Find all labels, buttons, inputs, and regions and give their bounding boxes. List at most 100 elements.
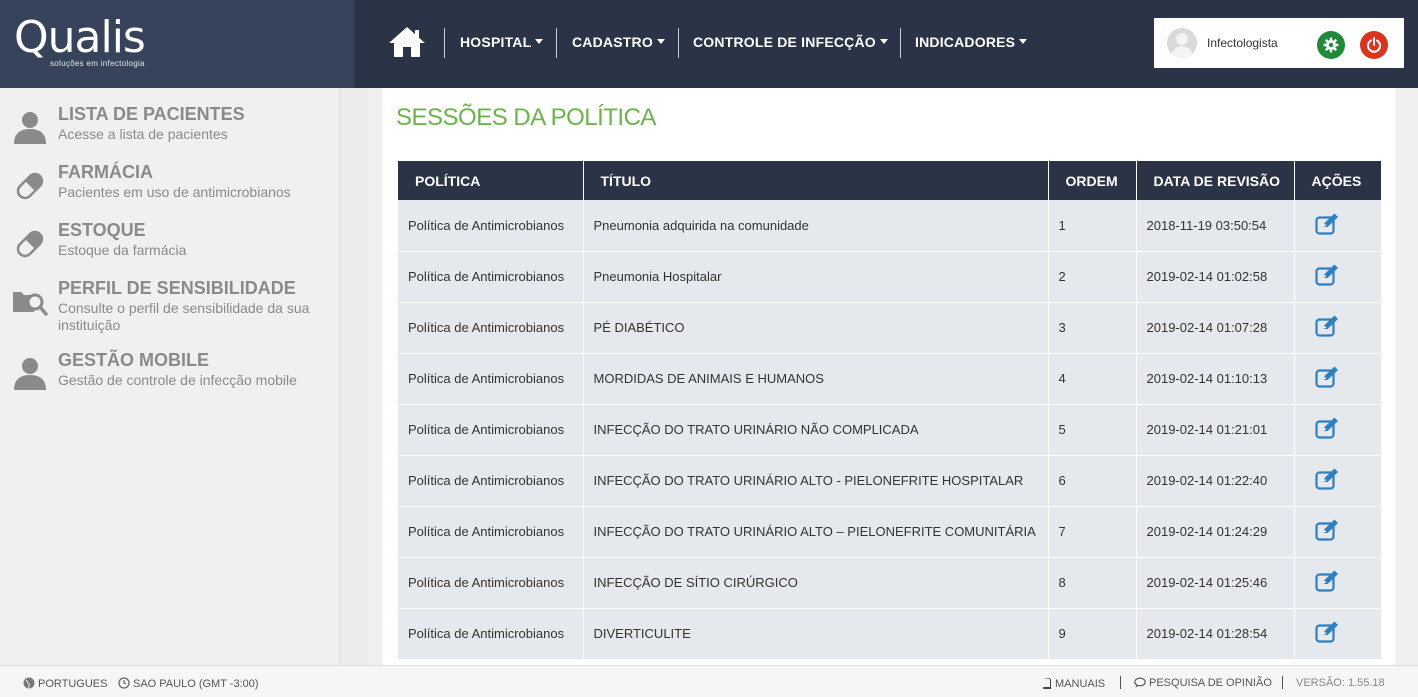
cell-titulo: INFECÇÃO DO TRATO URINÁRIO ALTO – PIELON… xyxy=(583,506,1049,558)
cell-ordem: 9 xyxy=(1048,608,1137,660)
cell-acoes xyxy=(1294,608,1381,660)
cell-acoes xyxy=(1294,455,1381,507)
cell-titulo: DIVERTICULITE xyxy=(583,608,1049,660)
table-row: Política de Antimicrobianos INFECÇÃO DE S… xyxy=(398,557,1381,609)
sidebar-item-desc: Pacientes em uso de antimicrobianos xyxy=(58,184,291,200)
table-row: Política de Antimicrobianos Pneumonia Hos… xyxy=(398,251,1381,303)
cell-politica: Política de Antimicrobianos xyxy=(398,608,584,660)
home-icon[interactable] xyxy=(387,24,427,60)
sidebar-item-lista-pacientes[interactable]: LISTA DE PACIENTES Acesse a lista de pac… xyxy=(0,104,340,144)
nav-indicadores[interactable]: INDICADORES xyxy=(915,34,1028,50)
user-panel: Infectologista xyxy=(1154,18,1404,68)
col-header-ordem[interactable]: ORDEM xyxy=(1048,161,1137,200)
logo-tagline: soluções em infectologia xyxy=(50,59,145,68)
edit-icon[interactable] xyxy=(1314,519,1339,541)
settings-button[interactable] xyxy=(1317,31,1345,59)
top-navbar: Qualis soluções em infectologia HOSPITAL… xyxy=(0,0,1418,88)
main-content: SESSÕES DA POLÍTICA POLÍTICA TÍTULO ORDE… xyxy=(382,88,1396,665)
logo-wordmark: Qualis xyxy=(14,12,146,63)
gear-icon xyxy=(1323,37,1339,53)
cell-titulo: Pneumonia adquirida na comunidade xyxy=(583,200,1049,252)
cell-data-revisao: 2019-02-14 01:21:01 xyxy=(1136,404,1295,456)
cell-acoes xyxy=(1294,353,1381,405)
cell-titulo: INFECÇÃO DE SÍTIO CIRÚRGICO xyxy=(583,557,1049,609)
cell-ordem: 3 xyxy=(1048,302,1137,354)
cell-data-revisao: 2019-02-14 01:28:54 xyxy=(1136,608,1295,660)
language-selector[interactable]: PORTUGUES xyxy=(23,677,107,690)
sidebar-item-desc: Gestão de controle de infecção mobile xyxy=(58,372,297,388)
survey-link[interactable]: PESQUISA DE OPINIÃO xyxy=(1134,677,1272,689)
version-label: VERSÃO: 1.55.18 xyxy=(1296,677,1385,689)
cell-ordem: 2 xyxy=(1048,251,1137,303)
cell-data-revisao: 2019-02-14 01:07:28 xyxy=(1136,302,1295,354)
clock-icon xyxy=(118,677,130,689)
cell-titulo: INFECÇÃO DO TRATO URINÁRIO ALTO - PIELON… xyxy=(583,455,1049,507)
sidebar-item-perfil-sensibilidade[interactable]: PERFIL DE SENSIBILIDADE Consulte o perfi… xyxy=(0,278,340,334)
cell-data-revisao: 2019-02-14 01:25:46 xyxy=(1136,557,1295,609)
folder-search-icon xyxy=(13,292,48,316)
pill-icon xyxy=(16,172,44,200)
edit-icon[interactable] xyxy=(1314,417,1339,439)
sidebar-item-estoque[interactable]: ESTOQUE Estoque da farmácia xyxy=(0,220,340,260)
nav-divider xyxy=(556,28,557,58)
logout-button[interactable] xyxy=(1360,31,1388,59)
table-row: Política de Antimicrobianos MORDIDAS DE A… xyxy=(398,353,1381,405)
caret-down-icon xyxy=(656,38,665,44)
cell-politica: Política de Antimicrobianos xyxy=(398,506,584,558)
table-row: Política de Antimicrobianos INFECÇÃO DO T… xyxy=(398,455,1381,507)
sidebar-item-gestao-mobile[interactable]: GESTÃO MOBILE Gestão de controle de infe… xyxy=(0,350,340,390)
nav-hospital[interactable]: HOSPITAL xyxy=(460,34,544,50)
edit-icon[interactable] xyxy=(1314,213,1339,235)
table-header-row: POLÍTICA TÍTULO ORDEM DATA DE REVISÃO AÇ… xyxy=(398,161,1381,200)
nav-cadastro[interactable]: CADASTRO xyxy=(572,34,665,50)
col-header-data-revisao[interactable]: DATA DE REVISÃO xyxy=(1136,161,1295,200)
table-row: Política de Antimicrobianos PÉ DIABÉTICO 3… xyxy=(398,302,1381,354)
cell-titulo: INFECÇÃO DO TRATO URINÁRIO NÃO COMPLICAD… xyxy=(583,404,1049,456)
table-row: Política de Antimicrobianos INFECÇÃO DO T… xyxy=(398,506,1381,558)
cell-data-revisao: 2019-02-14 01:22:40 xyxy=(1136,455,1295,507)
edit-icon[interactable] xyxy=(1314,570,1339,592)
col-header-politica[interactable]: POLÍTICA xyxy=(398,161,584,200)
manuals-link[interactable]: MANUAIS xyxy=(1042,677,1105,690)
cell-ordem: 6 xyxy=(1048,455,1137,507)
footer-divider xyxy=(1120,676,1121,689)
user-role: Infectologista xyxy=(1207,36,1278,50)
cell-ordem: 4 xyxy=(1048,353,1137,405)
nav-divider xyxy=(900,28,901,58)
cell-titulo: MORDIDAS DE ANIMAIS E HUMANOS xyxy=(583,353,1049,405)
nav-divider xyxy=(444,28,445,58)
logo[interactable]: Qualis soluções em infectologia xyxy=(0,0,354,88)
cell-politica: Política de Antimicrobianos xyxy=(398,404,584,456)
page-title: SESSÕES DA POLÍTICA xyxy=(396,104,656,131)
sidebar-item-title: LISTA DE PACIENTES xyxy=(58,104,245,124)
avatar[interactable] xyxy=(1167,28,1197,58)
nav-controle-infeccao[interactable]: CONTROLE DE INFECÇÃO xyxy=(693,34,888,50)
user-icon xyxy=(14,112,46,144)
edit-icon[interactable] xyxy=(1314,366,1339,388)
col-header-acoes: AÇÕES xyxy=(1294,161,1381,200)
cell-titulo: PÉ DIABÉTICO xyxy=(583,302,1049,354)
sessions-table: POLÍTICA TÍTULO ORDEM DATA DE REVISÃO AÇ… xyxy=(398,161,1381,660)
sidebar-item-farmacia[interactable]: FARMÁCIA Pacientes em uso de antimicrobi… xyxy=(0,162,340,202)
cell-politica: Política de Antimicrobianos xyxy=(398,557,584,609)
cell-politica: Política de Antimicrobianos xyxy=(398,353,584,405)
edit-icon[interactable] xyxy=(1314,621,1339,643)
cell-ordem: 7 xyxy=(1048,506,1137,558)
cell-data-revisao: 2019-02-14 01:02:58 xyxy=(1136,251,1295,303)
comment-icon xyxy=(1134,677,1146,688)
edit-icon[interactable] xyxy=(1314,315,1339,337)
sidebar-item-title: FARMÁCIA xyxy=(58,162,153,182)
table-row: Política de Antimicrobianos INFECÇÃO DO T… xyxy=(398,404,1381,456)
timezone-selector[interactable]: SAO PAULO (GMT -3:00) xyxy=(118,677,259,690)
cell-acoes xyxy=(1294,302,1381,354)
pill-icon xyxy=(16,230,44,258)
scrollbar-track[interactable] xyxy=(1406,88,1418,665)
edit-icon[interactable] xyxy=(1314,264,1339,286)
cell-politica: Política de Antimicrobianos xyxy=(398,302,584,354)
col-header-titulo[interactable]: TÍTULO xyxy=(583,161,1049,200)
user-icon xyxy=(14,358,46,390)
cell-data-revisao: 2019-02-14 01:10:13 xyxy=(1136,353,1295,405)
edit-icon[interactable] xyxy=(1314,468,1339,490)
nav-divider xyxy=(678,28,679,58)
caret-down-icon xyxy=(535,38,544,44)
